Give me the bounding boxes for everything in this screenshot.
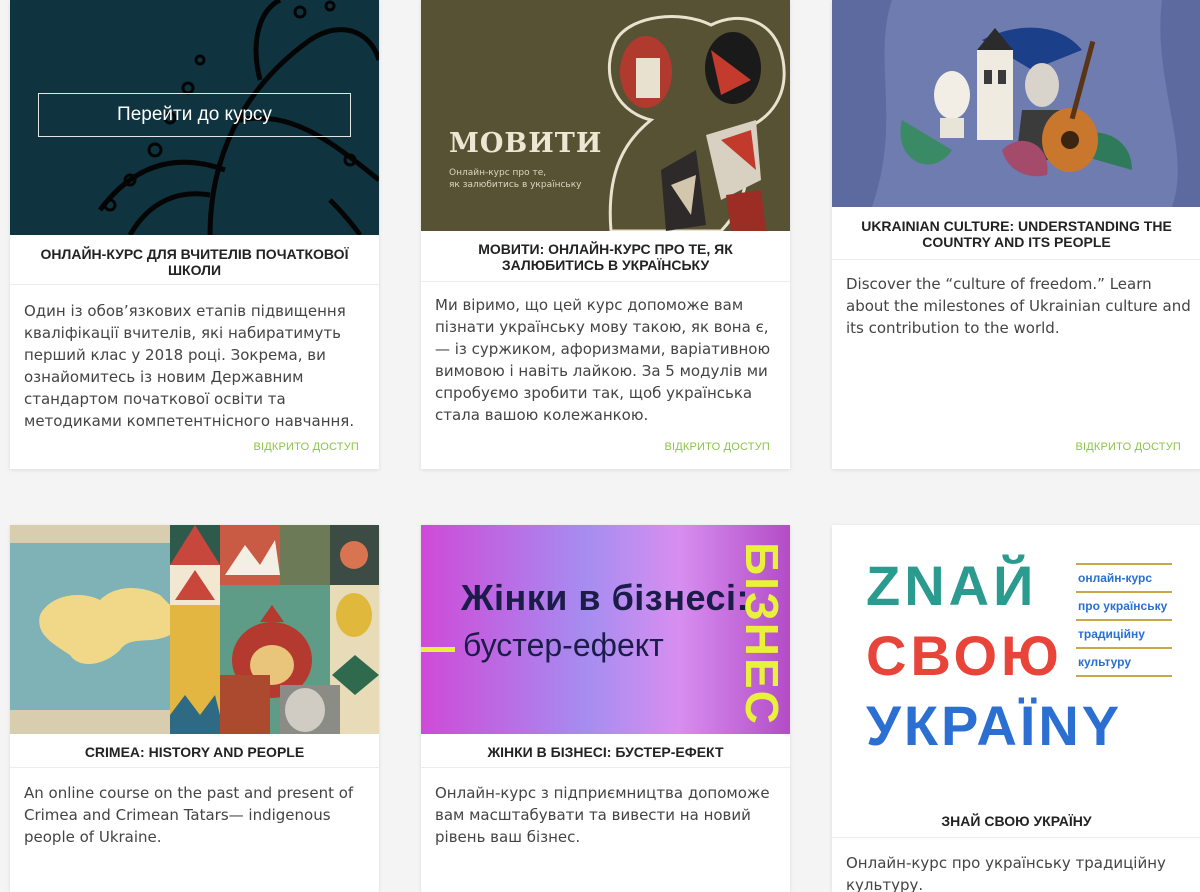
divider bbox=[832, 837, 1200, 838]
course-title[interactable]: МОВИТИ: ОНЛАЙН-КУРС ПРО ТЕ, ЯК ЗАЛЮБИТИС… bbox=[421, 241, 790, 273]
course-description: Discover the “culture of freedom.” Learn… bbox=[846, 275, 1191, 337]
business-headline: Жінки в бізнесі: bbox=[461, 577, 750, 618]
course-title[interactable]: UKRAINIAN CULTURE: UNDERSTANDING THE COU… bbox=[832, 218, 1200, 250]
course-description: Один із обов’язкових етапів підвищення к… bbox=[24, 302, 355, 430]
course-image-know-your-ukraine[interactable]: ZNAЙ СВОЮ УКРАЇNY онлайн-курс про україн… bbox=[832, 525, 1200, 805]
movyty-artwork bbox=[607, 15, 786, 231]
side-text-3: традиційну bbox=[1078, 627, 1145, 641]
movyty-caption-2: як залюбитись в українську bbox=[449, 180, 582, 190]
side-text-4: культуру bbox=[1078, 655, 1132, 669]
course-description: An online course on the past and present… bbox=[24, 784, 354, 846]
go-to-course-button[interactable]: Перейти до курсу bbox=[38, 93, 351, 137]
course-description: Онлайн-курс про українську традиційну ку… bbox=[846, 854, 1166, 892]
culture-collage bbox=[832, 0, 1200, 207]
side-text-1: онлайн-курс bbox=[1078, 571, 1153, 585]
course-image-movyty[interactable]: МОВИТИ Онлайн-курс про те, як залюбитись… bbox=[421, 0, 790, 231]
course-card-women-in-business[interactable]: Жінки в бізнесі: бустер-ефект БІЗНЕС ЖІН… bbox=[421, 525, 790, 892]
course-description: Ми віримо, що цей курс допоможе вам пізн… bbox=[435, 296, 771, 424]
open-access-link[interactable]: ВІДКРИТО ДОСТУП bbox=[253, 441, 359, 453]
course-card-know-your-ukraine[interactable]: ZNAЙ СВОЮ УКРАЇNY онлайн-курс про україн… bbox=[832, 525, 1200, 892]
side-line-rule-5 bbox=[1076, 675, 1172, 677]
course-title[interactable]: ЖІНКИ В БІЗНЕСІ: БУСТЕР-ЕФЕКТ bbox=[421, 744, 790, 760]
divider bbox=[421, 281, 790, 282]
side-line-rule-1 bbox=[1076, 563, 1172, 565]
side-line-rule-4 bbox=[1076, 647, 1172, 649]
divider bbox=[421, 767, 790, 768]
course-image-teachers[interactable]: Перейти до курсу bbox=[10, 0, 379, 235]
znai-logo-line-2: СВОЮ bbox=[866, 624, 1063, 687]
znai-logo-line-3: УКРАЇNY bbox=[866, 694, 1123, 757]
course-title[interactable]: CRIMEA: HISTORY AND PEOPLE bbox=[10, 744, 379, 760]
course-image-ukrainian-culture[interactable] bbox=[832, 0, 1200, 207]
course-card-crimea[interactable]: CRIMEA: HISTORY AND PEOPLE An online cou… bbox=[10, 525, 379, 892]
divider bbox=[10, 767, 379, 768]
course-card-teachers[interactable]: Перейти до курсу ОНЛАЙН-КУРС ДЛЯ ВЧИТЕЛІ… bbox=[10, 0, 379, 469]
side-text-2: про українську bbox=[1078, 599, 1168, 613]
open-access-link[interactable]: ВІДКРИТО ДОСТУП bbox=[1075, 441, 1181, 453]
movyty-caption-1: Онлайн-курс про те, bbox=[449, 168, 547, 178]
crimea-collage bbox=[10, 525, 379, 734]
highlight-dash bbox=[421, 647, 455, 652]
movyty-logo: МОВИТИ bbox=[449, 128, 603, 159]
znai-logo-line-1: ZNAЙ bbox=[866, 554, 1038, 617]
side-line-rule-3 bbox=[1076, 619, 1172, 621]
course-title[interactable]: ЗНАЙ СВОЮ УКРАЇНУ bbox=[832, 813, 1200, 829]
course-card-movyty[interactable]: МОВИТИ Онлайн-курс про те, як залюбитись… bbox=[421, 0, 790, 469]
business-subline: бустер-ефект bbox=[463, 627, 664, 663]
business-vertical-text: БІЗНЕС bbox=[736, 542, 788, 726]
open-access-link[interactable]: ВІДКРИТО ДОСТУП bbox=[664, 441, 770, 453]
course-image-women-in-business[interactable]: Жінки в бізнесі: бустер-ефект БІЗНЕС bbox=[421, 525, 790, 734]
side-line-rule-2 bbox=[1076, 591, 1172, 593]
course-title[interactable]: ОНЛАЙН-КУРС ДЛЯ ВЧИТЕЛІВ ПОЧАТКОВОЇ ШКОЛ… bbox=[10, 246, 379, 278]
course-image-crimea[interactable] bbox=[10, 525, 379, 734]
divider bbox=[832, 259, 1200, 260]
course-description: Онлайн-курс з підприємництва допоможе ва… bbox=[435, 784, 770, 846]
divider bbox=[10, 284, 379, 285]
course-card-ukrainian-culture[interactable]: UKRAINIAN CULTURE: UNDERSTANDING THE COU… bbox=[832, 0, 1200, 469]
